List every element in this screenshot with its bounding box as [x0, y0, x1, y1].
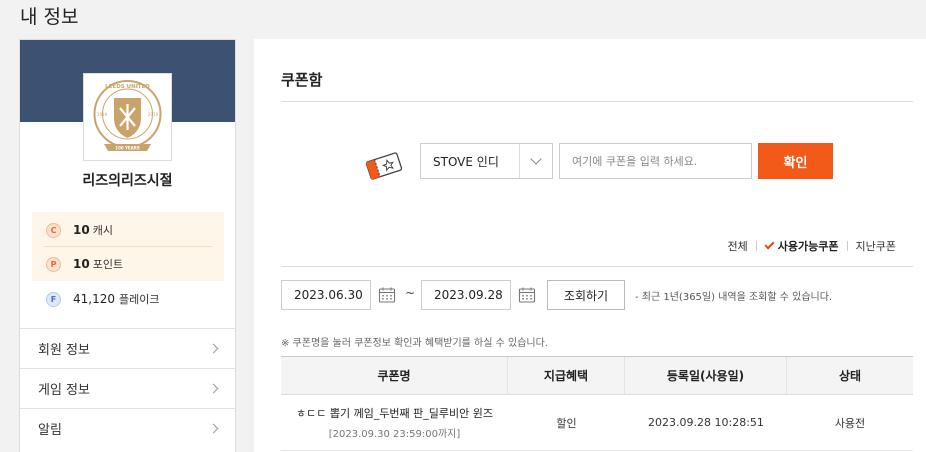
end-date-input[interactable]: 2023.09.28: [421, 280, 511, 310]
table-row: ㅎㄷㄷ 뽑기 께임_두번째 판_딜루비안 윈즈 [2023.09.30 23:5…: [281, 395, 913, 451]
leeds-united-crest-icon: LEEDS UNITED 1919 2019 100 YEARS: [84, 74, 171, 160]
wallet-flake: F 41,120 플레이크: [46, 288, 159, 310]
coupon-benefit: 할인: [556, 416, 577, 430]
coupon-filter-tabs: 전체 사용가능쿠폰 지난쿠폰: [728, 238, 896, 254]
flake-coin-icon: F: [46, 291, 61, 307]
filter-divider: [755, 241, 757, 251]
platform-select-value: STOVE 인디: [433, 154, 499, 169]
filter-available[interactable]: 사용가능쿠폰: [764, 238, 839, 254]
coupon-table: 쿠폰명 지급혜택 등록일(사용일) 상태 ㅎㄷㄷ 뽑기 께임_두번째 판_딜루비…: [281, 356, 913, 451]
filter-all[interactable]: 전체: [728, 238, 748, 254]
wallet-divider: [44, 246, 212, 247]
table-header: 쿠폰명 지급혜택 등록일(사용일) 상태: [281, 356, 913, 395]
menu-item-label: 알림: [38, 423, 62, 438]
profile-nickname: 리즈의리즈시절: [82, 173, 173, 189]
badge-year-left: 1919: [97, 112, 108, 117]
chevron-right-icon: [208, 383, 219, 394]
coupon-registered-date: 2023.09.28 10:28:51: [648, 416, 764, 429]
confirm-button[interactable]: 확인: [758, 143, 833, 179]
coupon-panel: 쿠폰함 STOVE 인디 확인 전체 사용가능쿠폰 지난쿠폰 2023.06.3…: [254, 39, 926, 452]
profile-sidebar: LEEDS UNITED 1919 2019 100 YEARS 리즈의리즈시절…: [19, 39, 236, 452]
query-button[interactable]: 조회하기: [547, 280, 625, 310]
badge-text: LEEDS UNITED: [105, 84, 150, 90]
check-icon: [764, 239, 775, 250]
title-divider: [281, 101, 913, 102]
wallet-cash: C 10 캐시: [46, 215, 113, 245]
cash-unit: 캐시: [92, 224, 113, 237]
coupon-expiry: [2023.09.30 23:59:00까지]: [328, 429, 461, 440]
filter-divider: [846, 241, 848, 251]
flake-unit: 플레이크: [119, 293, 160, 306]
header-coupon-name: 쿠폰명: [281, 357, 508, 394]
page-title: 내 정보: [20, 6, 79, 28]
coupon-name-cell[interactable]: ㅎㄷㄷ 뽑기 께임_두번째 판_딜루비안 윈즈 [2023.09.30 23:5…: [281, 395, 508, 450]
badge-banner: 100 YEARS: [115, 146, 140, 151]
calendar-icon[interactable]: [378, 286, 396, 304]
filter-expired[interactable]: 지난쿠폰: [856, 238, 896, 254]
point-unit: 포인트: [92, 258, 124, 271]
menu-item-label: 회원 정보: [38, 343, 90, 358]
chevron-right-icon: [208, 343, 219, 354]
coupon-status: 사용전: [834, 416, 866, 430]
coupon-hint: ※ 쿠폰명을 눌러 쿠폰정보 확인과 혜택받기를 하실 수 있습니다.: [281, 338, 548, 349]
menu-item-game-info[interactable]: 게임 정보: [20, 368, 235, 408]
chevron-right-icon: [208, 423, 219, 434]
point-amount: 10: [73, 257, 90, 271]
filter-divider-line: [281, 266, 913, 267]
point-coin-icon: P: [46, 256, 61, 272]
menu-item-member-info[interactable]: 회원 정보: [20, 328, 235, 368]
coupon-code-input[interactable]: [559, 143, 752, 179]
header-benefit: 지급혜택: [508, 357, 625, 394]
menu-item-label: 게임 정보: [38, 383, 90, 398]
filter-available-label: 사용가능쿠폰: [777, 240, 839, 253]
calendar-icon[interactable]: [518, 286, 536, 304]
menu-item-notifications[interactable]: 알림: [20, 408, 235, 448]
platform-select[interactable]: STOVE 인디: [420, 143, 553, 179]
flake-amount: 41,120: [73, 292, 115, 306]
chevron-down-icon: [530, 153, 542, 165]
coupon-ticket-icon: [365, 152, 403, 180]
profile-menu: 회원 정보 게임 정보 알림: [20, 328, 235, 448]
coupon-name-link[interactable]: ㅎㄷㄷ 뽑기 께임_두번째 판_딜루비안 윈즈: [296, 405, 493, 421]
cash-coin-icon: C: [46, 222, 61, 238]
header-registered: 등록일(사용일): [625, 357, 787, 394]
profile-avatar[interactable]: LEEDS UNITED 1919 2019 100 YEARS: [83, 73, 172, 161]
wallet-box: C 10 캐시 P 10 포인트: [32, 212, 224, 281]
coupon-title: 쿠폰함: [281, 71, 323, 89]
query-period-note: - 최근 1년(365일) 내역을 조회할 수 있습니다.: [635, 292, 833, 303]
date-range-separator: ~: [405, 286, 416, 300]
badge-year-right: 2019: [148, 112, 159, 117]
cash-amount: 10: [73, 223, 90, 237]
header-status: 상태: [838, 369, 862, 383]
start-date-input[interactable]: 2023.06.30: [281, 280, 371, 310]
wallet-point: P 10 포인트: [46, 249, 123, 279]
select-toggle[interactable]: [519, 144, 552, 178]
